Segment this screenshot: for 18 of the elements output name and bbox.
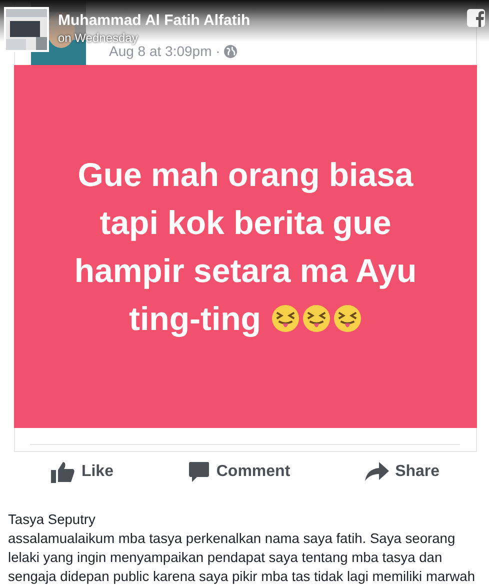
emoji-icon [302,304,331,333]
image-text: Gue mah orang biasa [78,154,414,195]
image-text: tapi kok berita gue [100,202,392,243]
post-time[interactable]: on Wednesday [58,30,250,45]
share-button[interactable]: Share [365,456,440,488]
caption-text: assalamualaikum mba tasya perkenalkan nama saya fatih. Saya seorang lelaki yang ingin menyampaikan pendapat saya tentang mba tasya dan sengaja didepan public karena saya pikir mba tas tidak lagi memiliki marwah [8,530,476,586]
comment-button[interactable]: Comment [188,456,290,488]
thumbs-up-icon [51,461,76,483]
globe-icon [224,44,238,58]
speech-bubble-icon [188,461,210,483]
share-arrow-icon [365,462,390,482]
image-text: hampir setara ma Ayu [74,250,417,291]
caption-name: Tasya Seputry [8,511,96,529]
like-button[interactable]: Like [51,456,114,488]
image-text: ting-ting [129,298,261,339]
facebook-icon[interactable] [467,9,485,27]
emoji-icon [270,304,300,333]
emoji-icon [332,304,362,333]
